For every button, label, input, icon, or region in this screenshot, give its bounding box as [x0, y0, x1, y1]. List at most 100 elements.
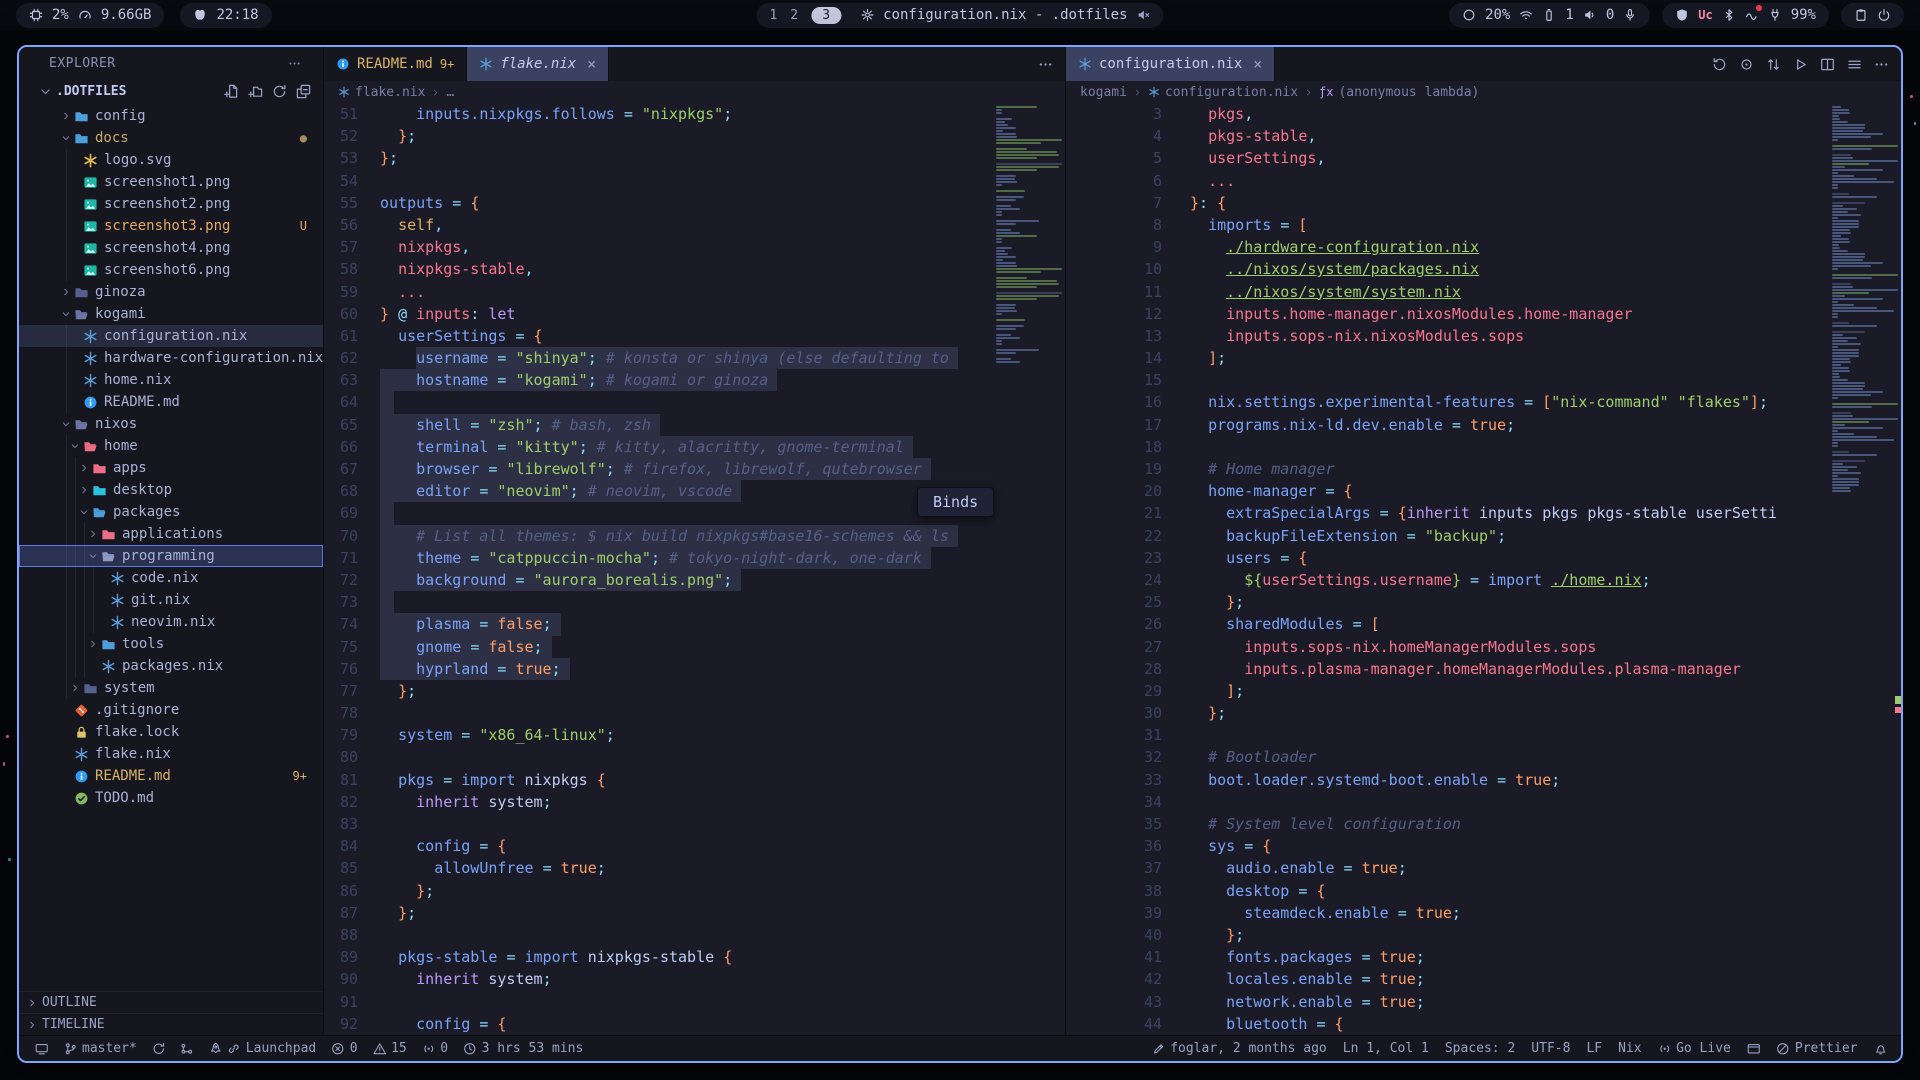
tree-item-packages[interactable]: packages: [19, 501, 323, 523]
code-line[interactable]: 91: [324, 991, 1065, 1013]
breadcrumb[interactable]: flake.nix …: [324, 81, 1065, 103]
code-line[interactable]: 90 inherit system;: [324, 968, 1065, 990]
code-line[interactable]: 13 inputs.sops-nix.nixosModules.sops: [1066, 325, 1901, 347]
code-line[interactable]: 74 plasma = false;: [324, 613, 1065, 635]
breadcrumb[interactable]: kogamiconfiguration.nixƒx(anonymous lamb…: [1066, 81, 1901, 103]
tree-item-packages.nix[interactable]: packages.nix: [19, 655, 323, 677]
code-line[interactable]: 33 boot.loader.systemd-boot.enable = tru…: [1066, 769, 1901, 791]
tree-item-README.md[interactable]: README.md: [19, 391, 323, 413]
tree-item-applications[interactable]: applications: [19, 523, 323, 545]
chevron-right-icon[interactable]: [58, 111, 74, 121]
run-icon[interactable]: [1793, 57, 1808, 72]
tab-flake.nix[interactable]: flake.nix×: [467, 47, 609, 81]
code-line[interactable]: 88: [324, 924, 1065, 946]
more-actions-icon[interactable]: [288, 57, 301, 70]
tree-item-home[interactable]: home: [19, 435, 323, 457]
tree-item-nixos[interactable]: nixos: [19, 413, 323, 435]
code-line[interactable]: 6 ...: [1066, 170, 1901, 192]
code-line[interactable]: 7}: {: [1066, 192, 1901, 214]
tree-item-README.md[interactable]: README.md9+: [19, 765, 323, 787]
chevron-right-icon[interactable]: [85, 639, 101, 649]
code-line[interactable]: 35 # System level configuration: [1066, 813, 1901, 835]
status-item-browser[interactable]: [1747, 1042, 1761, 1056]
code-editor-flake[interactable]: 51 inputs.nixpkgs.follows = "nixpkgs";52…: [324, 103, 1065, 1035]
more-icon[interactable]: [1874, 57, 1889, 72]
code-line[interactable]: 31: [1066, 724, 1901, 746]
chevron-down-icon[interactable]: [67, 441, 83, 451]
status-item-spaces-2[interactable]: Spaces: 2: [1445, 1041, 1515, 1056]
discard-icon[interactable]: [1739, 57, 1754, 72]
status-item-launchpad[interactable]: Launchpad: [209, 1041, 316, 1056]
minimap[interactable]: [1829, 106, 1901, 1035]
code-line[interactable]: 9 ./hardware-configuration.nix: [1066, 236, 1901, 258]
code-line[interactable]: 86 };: [324, 880, 1065, 902]
breadcrumb-item[interactable]: …: [446, 85, 454, 100]
chevron-right-icon[interactable]: [58, 287, 74, 297]
code-line[interactable]: 66 terminal = "kitty"; # kitty, alacritt…: [324, 436, 1065, 458]
clipboard-icon[interactable]: [1854, 8, 1868, 22]
tree-item-.gitignore[interactable]: .gitignore: [19, 699, 323, 721]
tree-item-logo.svg[interactable]: logo.svg: [19, 149, 323, 171]
tree-item-programming[interactable]: programming: [19, 545, 323, 567]
status-item-0[interactable]: 0: [331, 1041, 357, 1056]
code-line[interactable]: 10 ../nixos/system/packages.nix: [1066, 258, 1901, 280]
code-line[interactable]: 82 inherit system;: [324, 791, 1065, 813]
chevron-right-icon[interactable]: [76, 463, 92, 473]
chevron-down-icon[interactable]: [58, 419, 74, 429]
chevron-right-icon[interactable]: [67, 683, 83, 693]
tree-item-configuration.nix[interactable]: configuration.nix: [19, 325, 323, 347]
code-line[interactable]: 85 allowUnfree = true;: [324, 857, 1065, 879]
code-line[interactable]: 24 ${userSettings.username} = import ./h…: [1066, 569, 1901, 591]
code-line[interactable]: 89 pkgs-stable = import nixpkgs-stable {: [324, 946, 1065, 968]
chevron-down-icon[interactable]: [85, 551, 101, 561]
tree-item-docs[interactable]: docs●: [19, 127, 323, 149]
status-item-lf[interactable]: LF: [1586, 1041, 1602, 1056]
status-item-git-graph[interactable]: [180, 1042, 194, 1056]
code-line[interactable]: 11 ../nixos/system/system.nix: [1066, 281, 1901, 303]
code-line[interactable]: 44 bluetooth = {: [1066, 1013, 1901, 1035]
new-file-icon[interactable]: [224, 84, 239, 99]
code-line[interactable]: 29 ];: [1066, 680, 1901, 702]
status-item-0[interactable]: 0: [422, 1041, 448, 1056]
tab-configuration.nix[interactable]: configuration.nix×: [1066, 47, 1275, 81]
code-line[interactable]: 27 inputs.sops-nix.homeManagerModules.so…: [1066, 636, 1901, 658]
tree-item-TODO.md[interactable]: TODO.md: [19, 787, 323, 809]
code-line[interactable]: 75 gnome = false;: [324, 636, 1065, 658]
code-line[interactable]: 59 ...: [324, 281, 1065, 303]
status-item-3-hrs-53-mins[interactable]: 3 hrs 53 mins: [463, 1041, 583, 1056]
code-line[interactable]: 67 browser = "librewolf"; # firefox, lib…: [324, 458, 1065, 480]
code-line[interactable]: 64: [324, 391, 1065, 413]
code-line[interactable]: 58 nixpkgs-stable,: [324, 258, 1065, 280]
power-icon[interactable]: [1877, 8, 1891, 22]
status-item-utf-8[interactable]: UTF-8: [1531, 1041, 1570, 1056]
code-line[interactable]: 71 theme = "catppuccin-mocha"; # tokyo-n…: [324, 547, 1065, 569]
tree-item-screenshot1.png[interactable]: screenshot1.png: [19, 171, 323, 193]
breadcrumb-item[interactable]: flake.nix: [338, 85, 425, 100]
tree-item-hardware-configuration.nix[interactable]: hardware-configuration.nix: [19, 347, 323, 369]
code-line[interactable]: 77 };: [324, 680, 1065, 702]
chevron-down-icon[interactable]: [58, 309, 74, 319]
status-item-master[interactable]: master*: [64, 1041, 137, 1056]
tree-item-system[interactable]: system: [19, 677, 323, 699]
status-item-prettier[interactable]: Prettier: [1776, 1041, 1857, 1056]
code-line[interactable]: 65 shell = "zsh"; # bash, zsh: [324, 414, 1065, 436]
minimap[interactable]: [993, 106, 1065, 1035]
sidebar-section-outline[interactable]: OUTLINE: [19, 991, 323, 1013]
code-line[interactable]: 84 config = {: [324, 835, 1065, 857]
code-line[interactable]: 60} @ inputs: let: [324, 303, 1065, 325]
code-line[interactable]: 25 };: [1066, 591, 1901, 613]
split-icon[interactable]: [1820, 57, 1835, 72]
code-line[interactable]: 61 userSettings = {: [324, 325, 1065, 347]
code-line[interactable]: 41 fonts.packages = true;: [1066, 946, 1901, 968]
chevron-right-icon[interactable]: [85, 529, 101, 539]
tree-item-home.nix[interactable]: home.nix: [19, 369, 323, 391]
tree-item-git.nix[interactable]: git.nix: [19, 589, 323, 611]
code-line[interactable]: 73: [324, 591, 1065, 613]
workspace-3[interactable]: 3: [811, 7, 841, 24]
code-line[interactable]: 20 home-manager = {: [1066, 480, 1901, 502]
compare-icon[interactable]: [1766, 57, 1781, 72]
tree-item-screenshot3.png[interactable]: screenshot3.pngU: [19, 215, 323, 237]
code-line[interactable]: 30 };: [1066, 702, 1901, 724]
code-line[interactable]: 51 inputs.nixpkgs.follows = "nixpkgs";: [324, 103, 1065, 125]
close-icon[interactable]: ×: [587, 55, 596, 73]
